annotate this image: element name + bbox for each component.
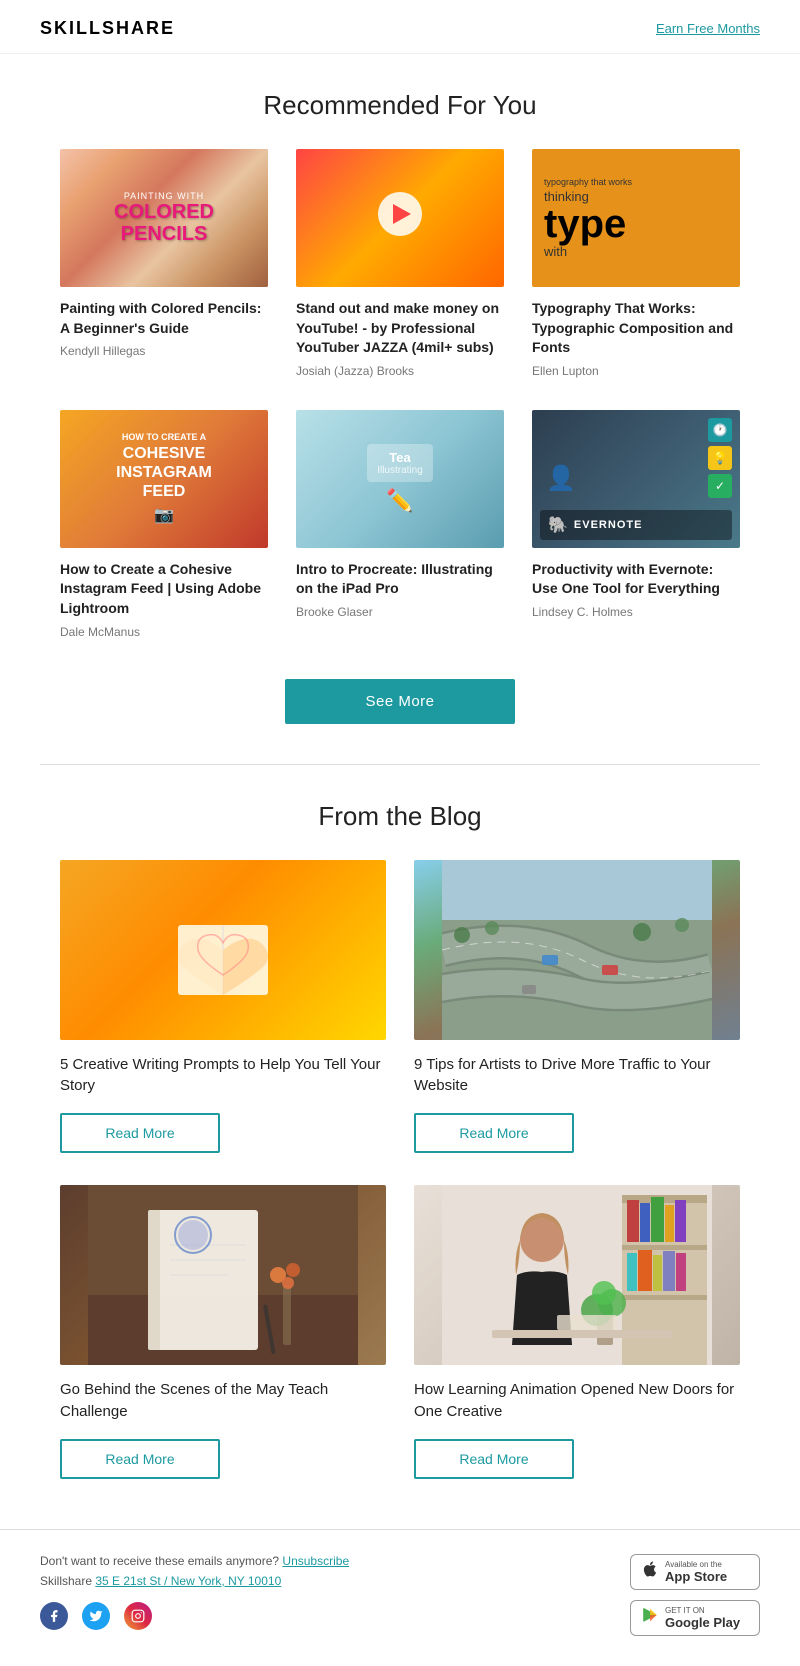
course-thumb-procreate[interactable]: Tea Illustrating ✏️ (296, 410, 504, 548)
road-svg (442, 860, 712, 1040)
recommended-title: Recommended For You (0, 90, 800, 121)
course-title-colored-pencils: Painting with Colored Pencils: A Beginne… (60, 299, 268, 338)
footer-right: Available on the App Store GET IT ON Goo… (630, 1554, 760, 1636)
blog-card-animation: How Learning Animation Opened New Doors … (414, 1185, 740, 1479)
see-more-wrap: See More (0, 679, 800, 724)
google-play-top-text: GET IT ON (665, 1606, 740, 1615)
course-author-youtube: Josiah (Jazza) Brooks (296, 364, 504, 378)
footer-left: Don't want to receive these emails anymo… (40, 1554, 630, 1630)
woman-svg (442, 1185, 712, 1365)
app-store-badge[interactable]: Available on the App Store (630, 1554, 760, 1590)
course-thumb-evernote[interactable]: 👤 🐘 EVERNOTE 🕐 💡 ✓ (532, 410, 740, 548)
earn-free-months-link[interactable]: Earn Free Months (656, 21, 760, 36)
blog-thumb-animation[interactable] (414, 1185, 740, 1365)
read-more-teach-challenge[interactable]: Read More (60, 1439, 220, 1479)
read-more-artist-traffic[interactable]: Read More (414, 1113, 574, 1153)
course-title-youtube: Stand out and make money on YouTube! - b… (296, 299, 504, 358)
play-icon (378, 192, 422, 236)
google-play-name: Google Play (665, 1615, 740, 1630)
read-more-writing-prompts[interactable]: Read More (60, 1113, 220, 1153)
instagram-icon[interactable] (124, 1602, 152, 1630)
course-author-typography: Ellen Lupton (532, 364, 740, 378)
social-icons (40, 1602, 630, 1630)
course-author-evernote: Lindsey C. Holmes (532, 605, 740, 619)
course-card-instagram: HOW TO CREATE A COHESIVEINSTAGRAMFEED 📷 … (60, 410, 268, 639)
address-link[interactable]: 35 E 21st St / New York, NY 10010 (95, 1574, 281, 1588)
blog-card-writing-prompts: 5 Creative Writing Prompts to Help You T… (60, 860, 386, 1154)
course-title-instagram: How to Create a Cohesive Instagram Feed … (60, 560, 268, 619)
footer: Don't want to receive these emails anymo… (0, 1529, 800, 1666)
header: SKILLSHARE Earn Free Months (0, 0, 800, 54)
course-title-typography: Typography That Works: Typographic Compo… (532, 299, 740, 358)
course-author-colored-pencils: Kendyll Hillegas (60, 344, 268, 358)
blog-title-teach-challenge: Go Behind the Scenes of the May Teach Ch… (60, 1379, 386, 1423)
blog-title-animation: How Learning Animation Opened New Doors … (414, 1379, 740, 1423)
course-title-evernote: Productivity with Evernote: Use One Tool… (532, 560, 740, 599)
course-thumb-instagram[interactable]: HOW TO CREATE A COHESIVEINSTAGRAMFEED 📷 (60, 410, 268, 548)
blog-title: From the Blog (0, 801, 800, 832)
facebook-icon[interactable] (40, 1602, 68, 1630)
blog-grid: 5 Creative Writing Prompts to Help You T… (0, 860, 800, 1499)
see-more-button[interactable]: See More (285, 679, 514, 724)
logo: SKILLSHARE (40, 18, 175, 39)
blog-card-teach-challenge: Go Behind the Scenes of the May Teach Ch… (60, 1185, 386, 1479)
course-author-procreate: Brooke Glaser (296, 605, 504, 619)
footer-address: Skillshare 35 E 21st St / New York, NY 1… (40, 1574, 630, 1588)
twitter-icon[interactable] (82, 1602, 110, 1630)
course-thumb-colored-pencils[interactable]: PAINTING WITH COLOREDPENCILS (60, 149, 268, 287)
journal-svg (88, 1185, 358, 1365)
course-author-instagram: Dale McManus (60, 625, 268, 639)
course-card-procreate: Tea Illustrating ✏️ Intro to Procreate: … (296, 410, 504, 639)
blog-thumb-teach-challenge[interactable] (60, 1185, 386, 1365)
course-title-procreate: Intro to Procreate: Illustrating on the … (296, 560, 504, 599)
google-play-icon (641, 1606, 659, 1629)
course-thumb-youtube[interactable] (296, 149, 504, 287)
course-thumb-typography[interactable]: typography that works thinking type with (532, 149, 740, 287)
app-store-name: App Store (665, 1569, 727, 1584)
courses-grid: PAINTING WITH COLOREDPENCILS Painting wi… (0, 149, 800, 649)
google-play-badge[interactable]: GET IT ON Google Play (630, 1600, 760, 1636)
course-card-youtube: Stand out and make money on YouTube! - b… (296, 149, 504, 378)
blog-card-artist-traffic: 9 Tips for Artists to Drive More Traffic… (414, 860, 740, 1154)
apple-icon (641, 1560, 659, 1583)
blog-thumb-writing-prompts[interactable] (60, 860, 386, 1040)
blog-title-writing-prompts: 5 Creative Writing Prompts to Help You T… (60, 1054, 386, 1098)
course-card-typography: typography that works thinking type with… (532, 149, 740, 378)
blog-title-artist-traffic: 9 Tips for Artists to Drive More Traffic… (414, 1054, 740, 1098)
book-svg (158, 895, 288, 1005)
course-card-evernote: 👤 🐘 EVERNOTE 🕐 💡 ✓ Productivity with Eve… (532, 410, 740, 639)
blog-thumb-artist-traffic[interactable] (414, 860, 740, 1040)
course-card-colored-pencils: PAINTING WITH COLOREDPENCILS Painting wi… (60, 149, 268, 378)
read-more-animation[interactable]: Read More (414, 1439, 574, 1479)
section-divider (40, 764, 760, 765)
